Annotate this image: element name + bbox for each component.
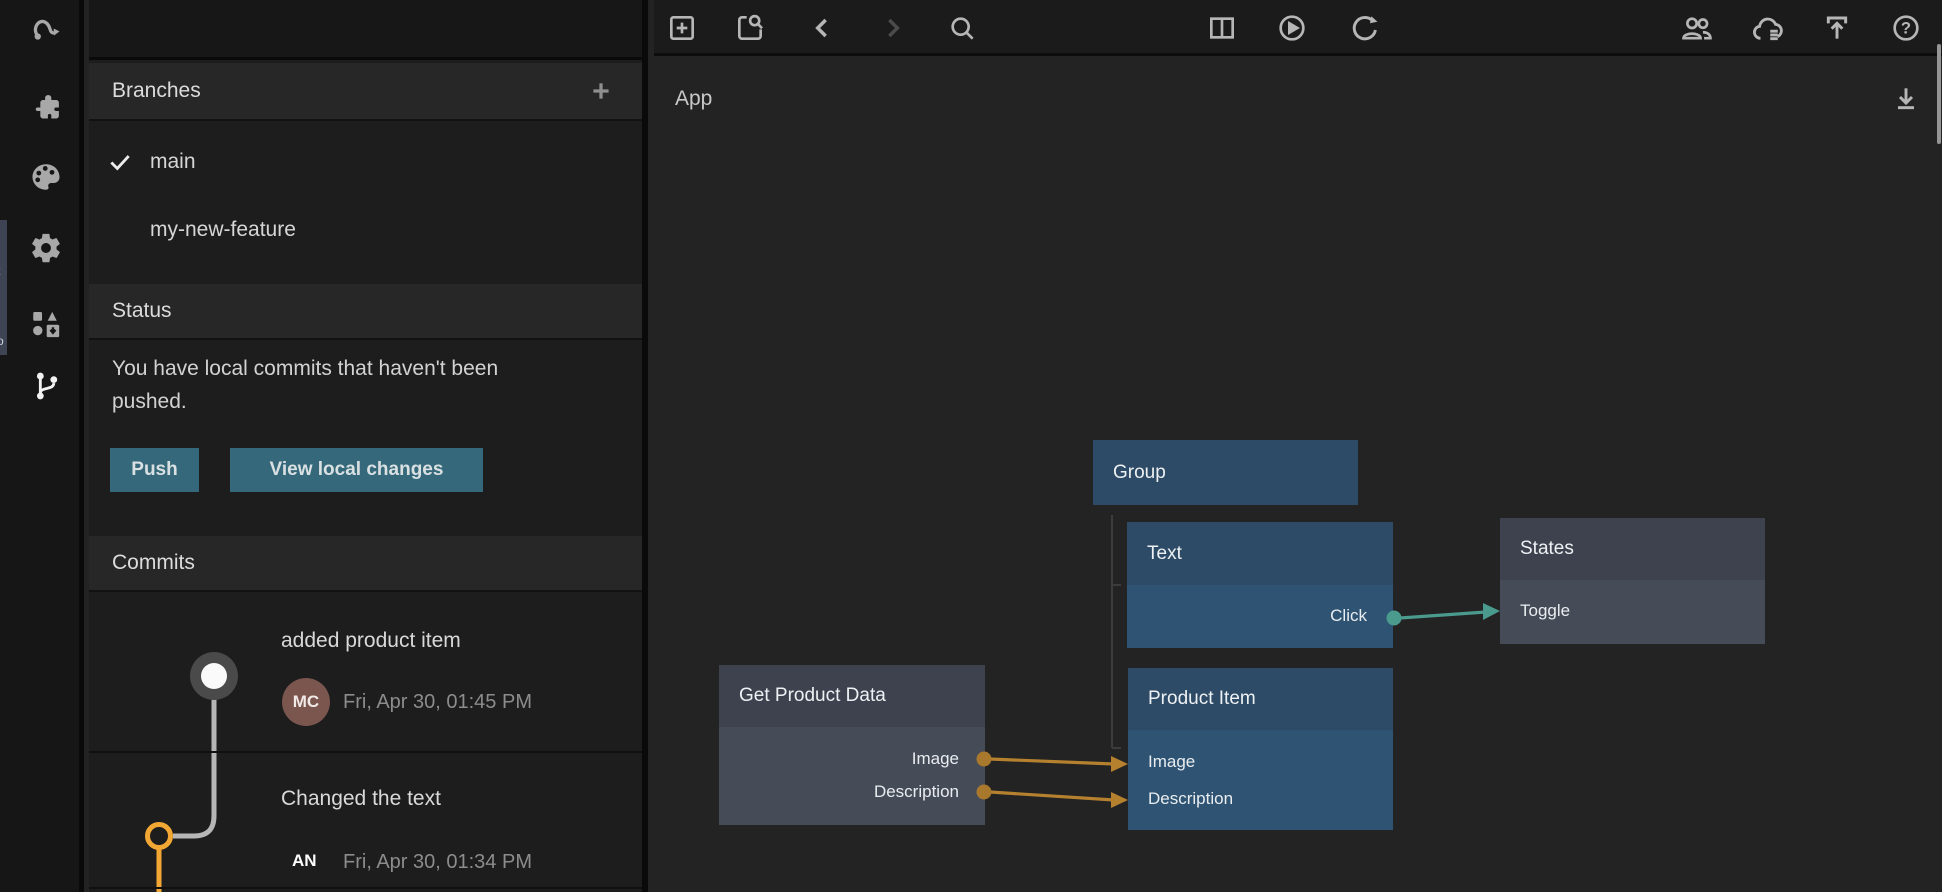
connection-description[interactable] [977,785,1129,809]
split-view-icon[interactable] [1206,12,1238,44]
search-icon[interactable] [946,12,978,44]
node-text[interactable]: Text Click [1127,522,1393,648]
canvas-toolbar: ? [654,0,1942,56]
output-port-description[interactable]: Description [739,775,959,809]
node-title: Text [1127,522,1393,585]
noodl-logo-icon[interactable] [28,11,64,47]
commits-title: Commits [112,551,195,575]
current-branch-check-icon [107,149,133,175]
avatar: MC [282,678,330,726]
node-get-product-data[interactable]: Get Product Data Image Description [719,665,985,825]
plugins-icon[interactable] [28,89,64,125]
preview-play-icon[interactable] [1276,12,1308,44]
collaborators-icon[interactable] [1680,12,1712,44]
node-canvas[interactable]: ? App Group Text Click States Toggle Get… [654,0,1942,892]
node-product-item[interactable]: Product Item Image Description [1128,668,1393,830]
node-title: Get Product Data [719,665,985,727]
node-title: States [1500,518,1765,580]
status-section-header: Status [89,284,642,340]
commit-date: Fri, Apr 30, 01:45 PM [343,691,532,714]
commits-section-header: Commits [89,536,642,592]
branches-title: Branches [112,79,201,103]
commit-dot-head[interactable] [201,663,227,689]
avatar-initials: AN [292,851,317,871]
cloud-services-icon[interactable] [1750,12,1782,44]
commit-dot-previous[interactable] [148,825,171,848]
panel-top-spacer [89,0,642,60]
styles-icon[interactable] [28,159,64,195]
branch-item-my-new-feature[interactable]: my-new-feature [89,200,642,260]
output-port-image[interactable]: Image [739,742,959,776]
add-branch-button[interactable] [588,78,614,104]
commit-dot-ring [190,652,238,700]
commit-title[interactable]: Changed the text [281,787,441,811]
svg-text:?: ? [1901,19,1911,38]
refresh-icon[interactable] [1349,12,1381,44]
branch-item-main[interactable]: main [89,132,642,192]
navigate-back-icon[interactable] [807,12,839,44]
commit-row-divider [89,887,642,889]
add-node-icon[interactable] [666,12,698,44]
branches-section-header: Branches [89,63,642,121]
status-title: Status [112,299,172,323]
help-icon[interactable]: ? [1890,12,1922,44]
version-control-panel: Branches main my-new-feature Status You … [89,0,648,892]
node-picker-icon[interactable] [734,12,766,44]
version-control-icon[interactable] [28,368,64,404]
commit-row-divider [89,751,642,753]
clipped-panel-fragment: t o [0,220,7,355]
status-message: You have local commits that haven't been… [112,352,498,418]
node-title: Product Item [1128,668,1393,730]
input-port-toggle[interactable]: Toggle [1520,594,1570,628]
branch-label: my-new-feature [150,218,296,242]
breadcrumb[interactable]: App [675,87,712,111]
commit-date: Fri, Apr 30, 01:34 PM [343,851,532,874]
components-icon[interactable] [28,306,64,342]
push-button[interactable]: Push [110,448,199,492]
input-port-description[interactable]: Description [1148,782,1233,816]
input-port-image[interactable]: Image [1148,745,1195,779]
connection-image[interactable] [977,752,1129,773]
view-local-changes-button[interactable]: View local changes [230,448,483,492]
output-port-click[interactable]: Click [1167,599,1367,633]
status-message-line: pushed. [112,385,498,418]
navigate-forward-icon[interactable] [876,12,908,44]
canvas-scrollbar[interactable] [1937,44,1941,144]
branch-label: main [150,150,196,174]
node-title: Group [1093,440,1358,505]
settings-icon[interactable] [28,230,64,266]
group-children-bracket [1112,515,1121,748]
download-icon[interactable] [1890,83,1922,115]
status-message-line: You have local commits that haven't been [112,352,498,385]
icon-rail [0,0,84,892]
commit-title[interactable]: added product item [281,629,461,653]
node-states[interactable]: States Toggle [1500,518,1765,644]
node-group[interactable]: Group [1093,440,1358,505]
connection-click-to-toggle[interactable] [1387,603,1501,626]
deploy-icon[interactable] [1821,12,1853,44]
fragment-text: o [0,334,4,348]
